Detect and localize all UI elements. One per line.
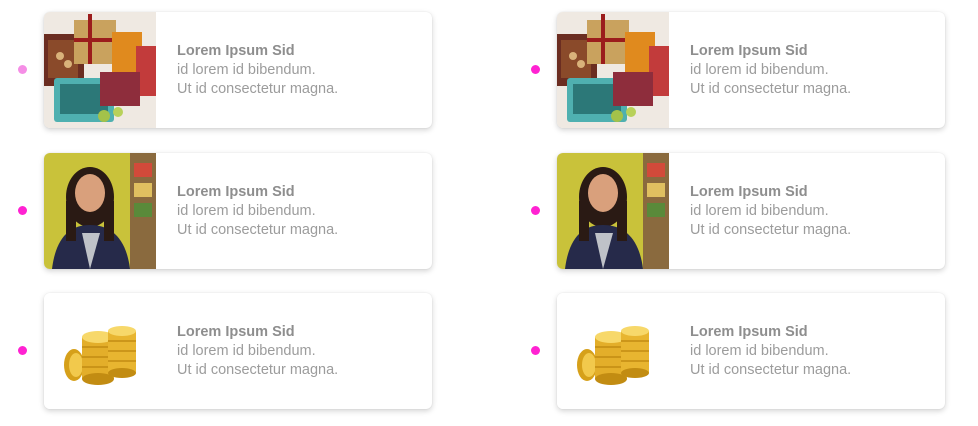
card-line-1: id lorem id bibendum. [690,203,829,219]
bullet-dot [531,206,540,215]
content-card[interactable]: Lorem Ipsum Sid id lorem id bibendum. Ut… [44,12,432,128]
card-text: Lorem Ipsum Sid id lorem id bibendum. Ut… [690,42,851,99]
gold-coins-image [557,293,669,409]
card-title: Lorem Ipsum Sid [177,324,295,340]
card-line-2: Ut id consectetur magna. [690,362,852,378]
card-line-1: id lorem id bibendum. [177,343,316,359]
card-title: Lorem Ipsum Sid [177,43,295,59]
content-card[interactable]: Lorem Ipsum Sid id lorem id bibendum. Ut… [557,293,945,409]
card-text: Lorem Ipsum Sid id lorem id bibendum. Ut… [177,323,338,380]
card-line-1: id lorem id bibendum. [177,203,316,219]
content-card[interactable]: Lorem Ipsum Sid id lorem id bibendum. Ut… [44,153,432,269]
card-line-2: Ut id consectetur magna. [177,81,339,97]
card-title: Lorem Ipsum Sid [690,43,808,59]
card-text: Lorem Ipsum Sid id lorem id bibendum. Ut… [177,183,338,240]
card-text: Lorem Ipsum Sid id lorem id bibendum. Ut… [690,323,851,380]
bullet-dot [531,65,540,74]
content-card[interactable]: Lorem Ipsum Sid id lorem id bibendum. Ut… [44,293,432,409]
card-text: Lorem Ipsum Sid id lorem id bibendum. Ut… [690,183,851,240]
card-title: Lorem Ipsum Sid [177,184,295,200]
content-card[interactable]: Lorem Ipsum Sid id lorem id bibendum. Ut… [557,153,945,269]
gold-coins-image [44,293,156,409]
card-line-1: id lorem id bibendum. [690,62,829,78]
gift-box-image [557,12,669,128]
content-card[interactable]: Lorem Ipsum Sid id lorem id bibendum. Ut… [557,12,945,128]
card-line-2: Ut id consectetur magna. [177,362,339,378]
bullet-dot [18,346,27,355]
card-text: Lorem Ipsum Sid id lorem id bibendum. Ut… [177,42,338,99]
card-line-2: Ut id consectetur magna. [690,222,852,238]
bullet-dot [531,346,540,355]
card-line-2: Ut id consectetur magna. [690,81,852,97]
card-line-1: id lorem id bibendum. [177,62,316,78]
card-line-2: Ut id consectetur magna. [177,222,339,238]
gift-box-image [44,12,156,128]
bullet-dot [18,206,27,215]
woman-portrait-image [44,153,156,269]
bullet-dot [18,65,27,74]
card-title: Lorem Ipsum Sid [690,184,808,200]
card-line-1: id lorem id bibendum. [690,343,829,359]
woman-portrait-image [557,153,669,269]
card-title: Lorem Ipsum Sid [690,324,808,340]
